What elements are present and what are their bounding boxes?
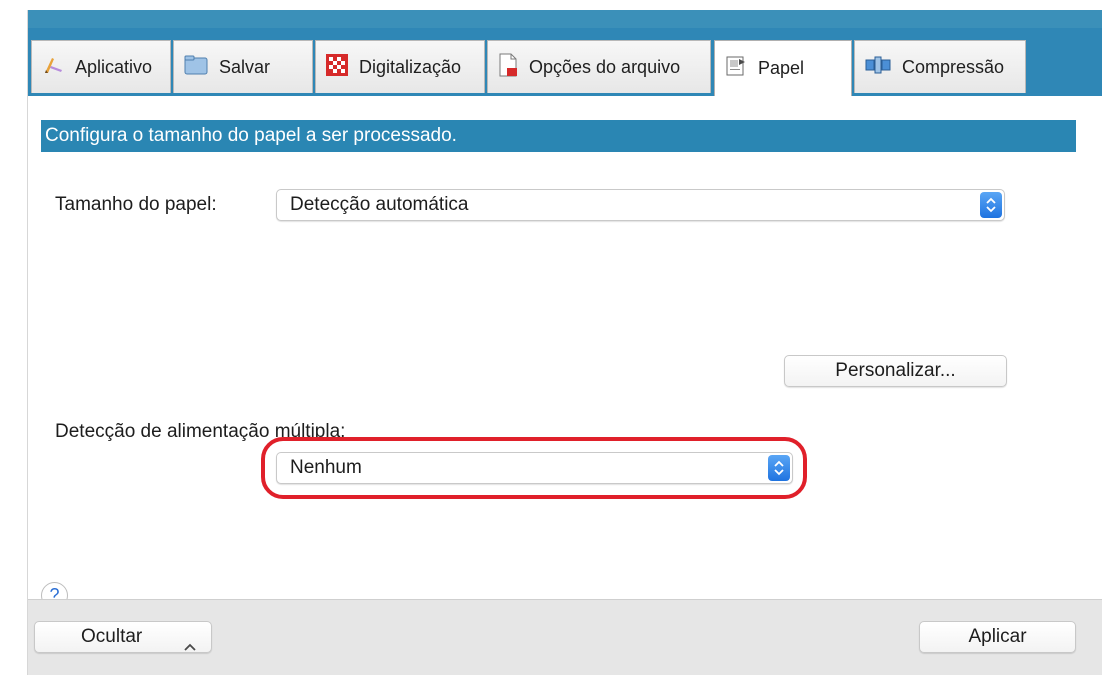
customize-button[interactable]: Personalizar... [784,355,1007,387]
paper-size-value: Detecção automática [290,194,469,215]
paper-size-select[interactable]: Detecção automática [276,189,1005,221]
hide-button-label: Ocultar [81,626,143,647]
tab-compressao-label: Compressão [902,56,1005,77]
tab-opcoes-do-arquivo[interactable]: Opções do arquivo [487,40,711,93]
tab-digitalizacao[interactable]: Digitalização [315,40,485,93]
tab-opcoes-label: Opções do arquivo [529,56,681,77]
chevron-updown-icon [768,455,790,481]
tab-aplicativo-label: Aplicativo [75,56,153,77]
checkerboard-icon [326,53,348,81]
multifeed-select[interactable]: Nenhum [276,452,793,484]
footer-bar: Ocultar Aplicar [28,599,1102,675]
chevron-updown-icon [980,192,1002,218]
pencil-app-icon [42,54,64,81]
tab-salvar[interactable]: Salvar [173,40,313,93]
window-title-accent [28,10,1102,28]
papel-panel: Configura o tamanho do papel a ser proce… [28,96,1102,609]
paper-icon [725,55,747,82]
file-icon [498,53,518,82]
folder-icon [184,55,208,80]
tab-compressao[interactable]: Compressão [854,40,1026,93]
tab-aplicativo[interactable]: Aplicativo [31,40,171,93]
tab-papel[interactable]: Papel [714,40,852,96]
hide-button[interactable]: Ocultar [34,621,212,653]
tab-salvar-label: Salvar [219,56,271,77]
chevron-up-icon [183,632,197,662]
preferences-window: Aplicativo Salvar Digitalização Opções d… [27,10,1102,675]
multifeed-value: Nenhum [290,457,362,478]
screenshot-stage: Aplicativo Salvar Digitalização Opções d… [0,0,1102,675]
tab-digitalizacao-label: Digitalização [359,56,462,77]
tab-papel-label: Papel [758,58,805,78]
paper-size-label: Tamanho do papel: [55,194,217,215]
tab-bar: Aplicativo Salvar Digitalização Opções d… [28,28,1102,96]
panel-description: Configura o tamanho do papel a ser proce… [41,120,1076,152]
apply-button[interactable]: Aplicar [919,621,1076,653]
compression-icon [865,55,891,80]
multifeed-label: Detecção de alimentação múltipla: [55,421,346,442]
